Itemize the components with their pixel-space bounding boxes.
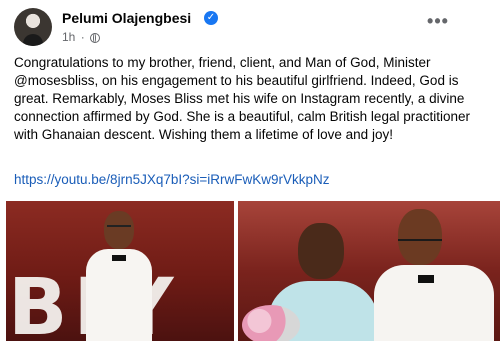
- globe-icon: [90, 33, 101, 43]
- facebook-post-card: Pelumi Olajengbesi ✓ 1h · ••• Congratula…: [0, 0, 500, 341]
- glasses-icon: [398, 239, 442, 247]
- post-time[interactable]: 1h: [62, 30, 75, 44]
- man-suit: [374, 265, 494, 341]
- post-header: Pelumi Olajengbesi ✓ 1h · •••: [14, 8, 486, 48]
- bowtie-icon: [418, 275, 434, 283]
- meta-separator: ·: [80, 30, 85, 44]
- photo-right-couple[interactable]: [238, 201, 500, 341]
- post-text: Congratulations to my brother, friend, c…: [14, 55, 470, 142]
- bowtie-icon: [112, 255, 126, 261]
- more-options-button[interactable]: •••: [424, 12, 452, 36]
- post-link[interactable]: https://youtu.be/8jrn5JXq7bI?si=iRrwFwKw…: [14, 172, 330, 187]
- verified-badge-icon: ✓: [204, 11, 218, 25]
- man-head: [398, 209, 442, 265]
- author-name[interactable]: Pelumi Olajengbesi: [62, 10, 191, 26]
- author-avatar[interactable]: [14, 8, 52, 46]
- white-suit: [86, 249, 152, 341]
- photo-left-on-stage[interactable]: BLY: [6, 201, 234, 341]
- glasses-icon: [107, 225, 131, 232]
- post-meta: 1h ·: [62, 30, 101, 44]
- woman-head: [298, 223, 344, 279]
- flower-bouquet: [242, 305, 300, 341]
